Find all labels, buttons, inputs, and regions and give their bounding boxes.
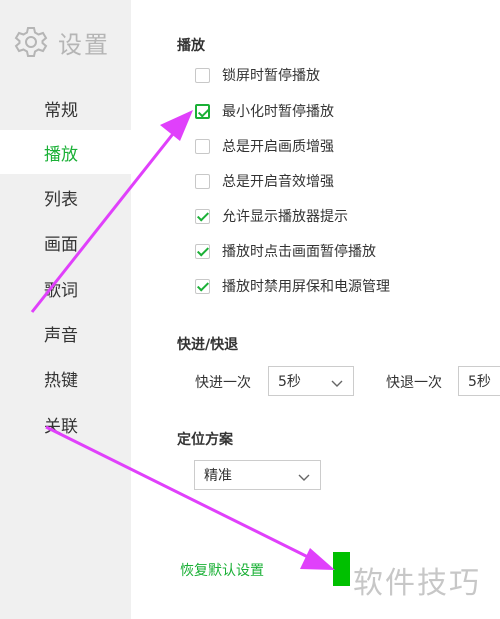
positioning-select[interactable]: 精准 bbox=[194, 460, 321, 490]
confirm-button[interactable] bbox=[333, 552, 350, 586]
option-pause-on-minimize[interactable]: 最小化时暂停播放 bbox=[195, 101, 334, 121]
checkbox[interactable] bbox=[195, 243, 210, 259]
backward-label: 快退一次 bbox=[386, 375, 442, 391]
forward-select[interactable]: 5秒 bbox=[268, 366, 354, 396]
sidebar: 设置 常规 播放 列表 画面 歌词 声音 热键 关联 bbox=[0, 0, 131, 619]
sidebar-item-general[interactable]: 常规 bbox=[0, 86, 131, 130]
watermark: 软件技巧 bbox=[353, 566, 481, 601]
option-always-enhance-picture[interactable]: 总是开启画质增强 bbox=[195, 136, 334, 156]
option-pause-on-lock[interactable]: 锁屏时暂停播放 bbox=[195, 65, 320, 85]
backward-select[interactable]: 5秒 bbox=[458, 366, 500, 396]
sidebar-header: 设置 bbox=[14, 22, 110, 62]
checkbox[interactable] bbox=[195, 138, 210, 154]
option-show-player-tips[interactable]: 允许显示播放器提示 bbox=[195, 206, 348, 226]
sidebar-item-list[interactable]: 列表 bbox=[0, 175, 131, 219]
settings-content: 播放 锁屏时暂停播放 最小化时暂停播放 总是开启画质增强 总是开启音效增强 允许… bbox=[131, 0, 500, 619]
sidebar-item-playback[interactable]: 播放 bbox=[0, 130, 131, 174]
section-title-seek: 快进/快退 bbox=[177, 337, 239, 353]
checkbox[interactable] bbox=[195, 278, 210, 294]
sidebar-title: 设置 bbox=[58, 30, 110, 59]
option-always-enhance-audio[interactable]: 总是开启音效增强 bbox=[195, 171, 334, 191]
sidebar-item-associations[interactable]: 关联 bbox=[0, 402, 131, 446]
chevron-down-icon bbox=[331, 376, 343, 392]
option-click-to-pause[interactable]: 播放时点击画面暂停播放 bbox=[195, 241, 376, 261]
checkbox[interactable] bbox=[195, 67, 210, 83]
sidebar-item-hotkeys[interactable]: 热键 bbox=[0, 356, 131, 400]
sidebar-item-picture[interactable]: 画面 bbox=[0, 220, 131, 264]
section-title-positioning: 定位方案 bbox=[177, 432, 233, 448]
section-title-playback: 播放 bbox=[177, 38, 205, 54]
chevron-down-icon bbox=[298, 470, 310, 486]
forward-label: 快进一次 bbox=[195, 375, 251, 391]
restore-defaults-link[interactable]: 恢复默认设置 bbox=[180, 560, 264, 580]
sidebar-item-sound[interactable]: 声音 bbox=[0, 311, 131, 355]
sidebar-item-lyrics[interactable]: 歌词 bbox=[0, 266, 131, 310]
checkbox[interactable] bbox=[195, 103, 210, 119]
option-disable-screensaver[interactable]: 播放时禁用屏保和电源管理 bbox=[195, 276, 390, 296]
checkbox[interactable] bbox=[195, 208, 210, 224]
checkbox[interactable] bbox=[195, 173, 210, 189]
gear-icon bbox=[14, 25, 48, 59]
